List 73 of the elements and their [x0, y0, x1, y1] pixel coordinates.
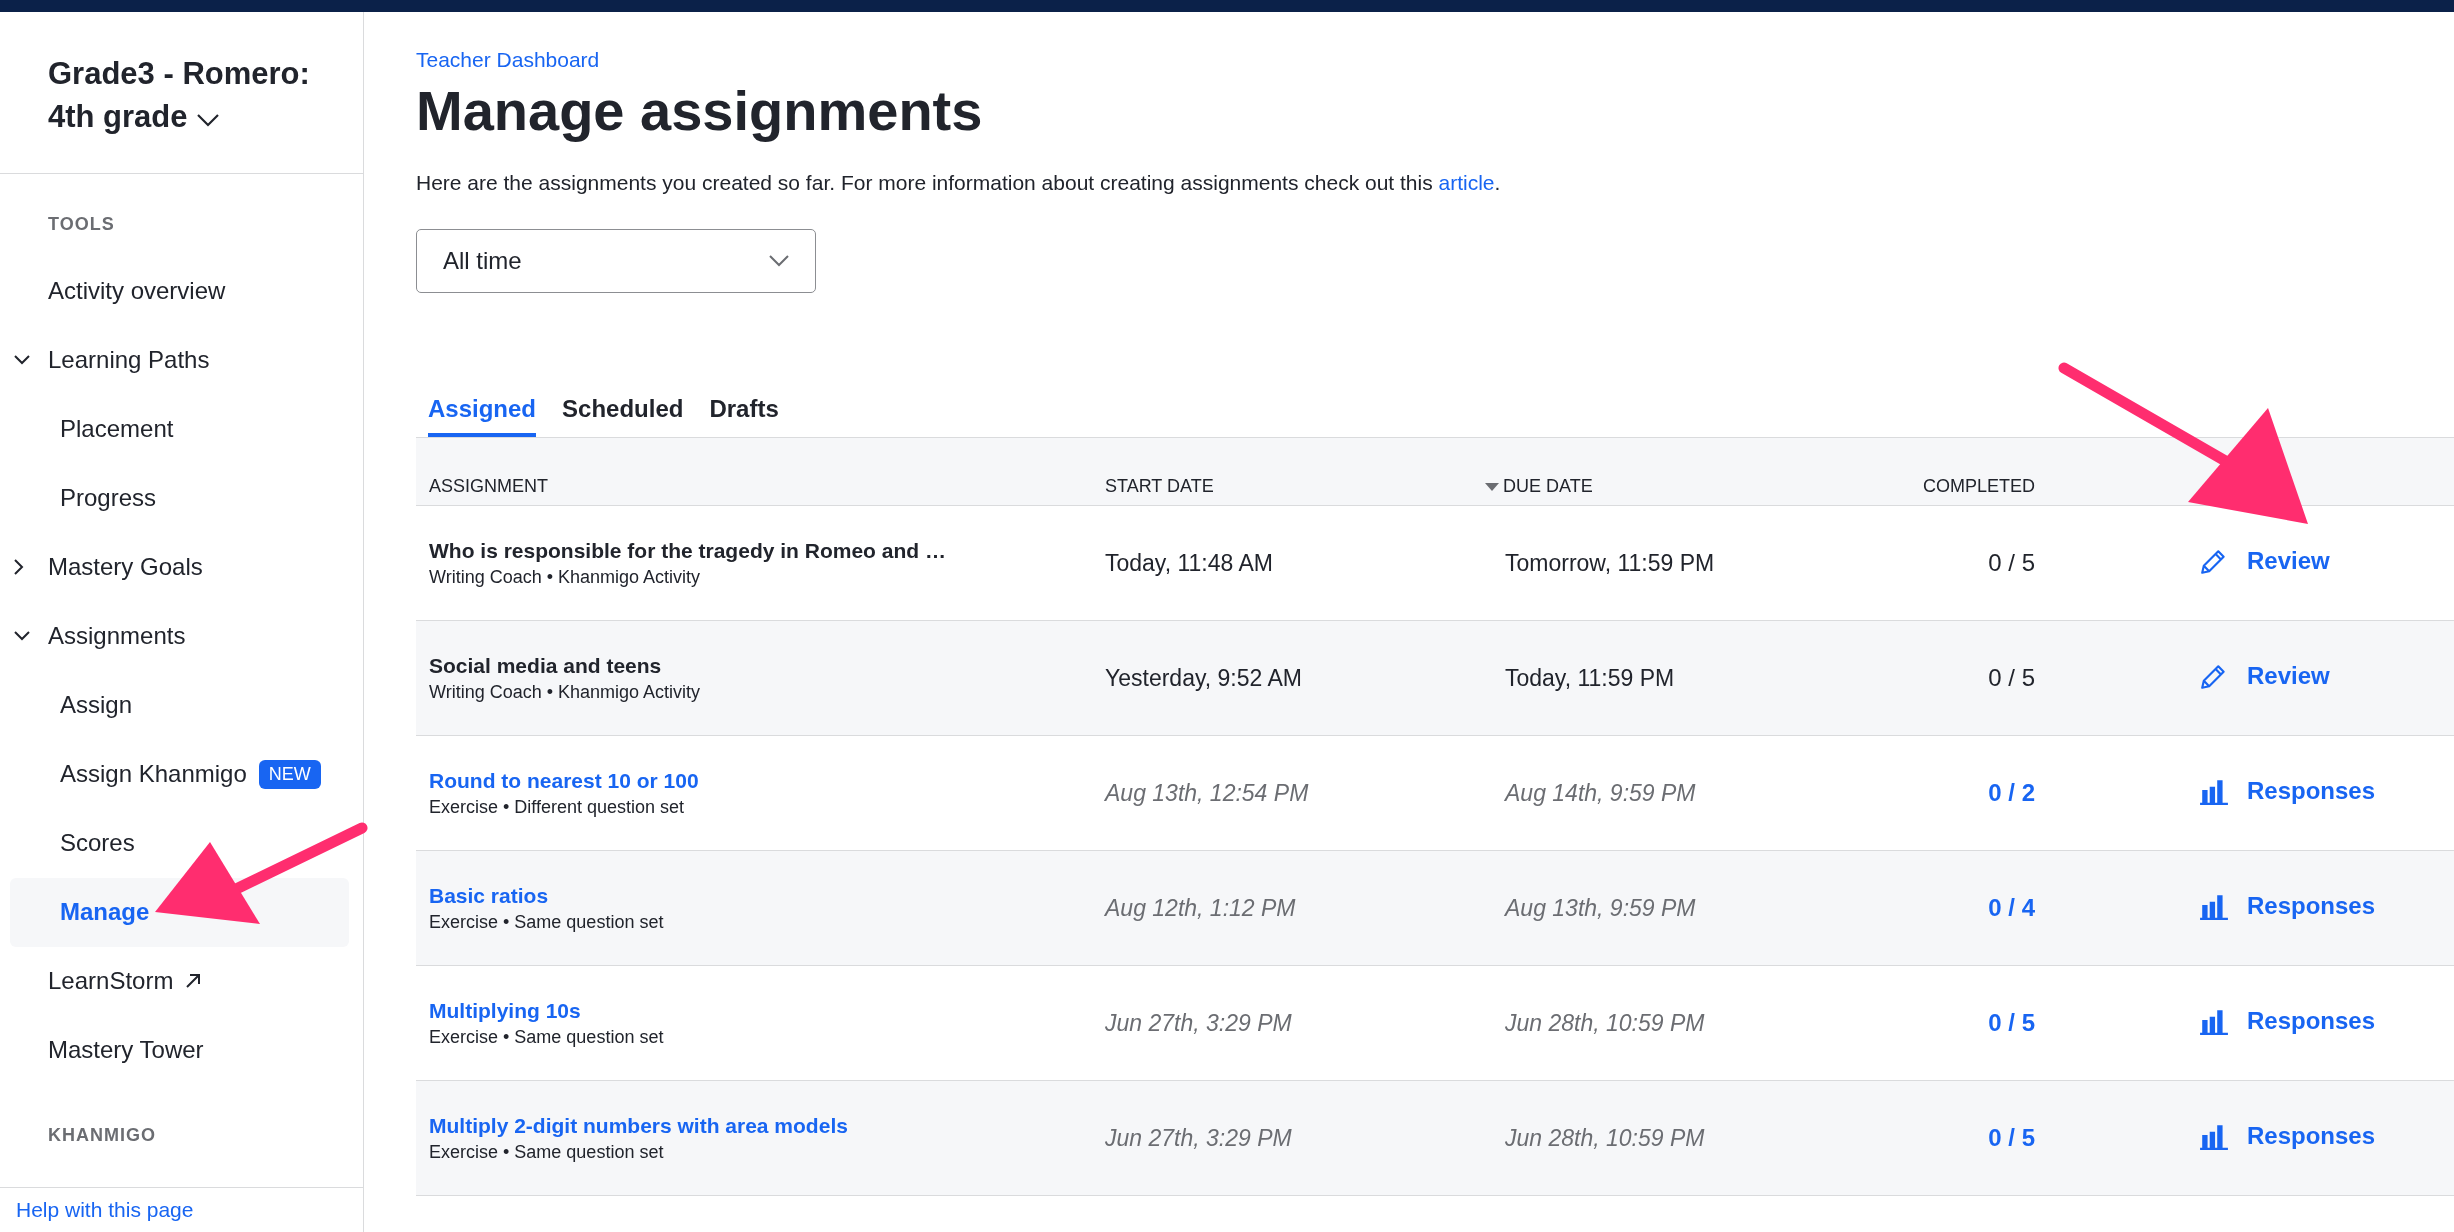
assignment-title[interactable]: Multiplying 10s: [429, 998, 1105, 1023]
section-heading: TOOLS: [47, 212, 116, 236]
sidebar-item[interactable]: Learning Paths: [48, 346, 210, 375]
review-link[interactable]: Review: [2199, 546, 2330, 576]
column-header: START DATE: [1105, 476, 1214, 497]
due-date: Jun 28th, 10:59 PM: [1505, 1009, 1706, 1037]
tab[interactable]: Scheduled: [562, 395, 684, 437]
chevron-down-icon[interactable]: [14, 355, 30, 366]
sidebar-item[interactable]: Scores: [60, 829, 135, 858]
sidebar-item[interactable]: Mastery Tower: [48, 1036, 204, 1065]
completed-count: 0 / 5: [1987, 664, 2035, 692]
page-title: Manage assignments: [416, 78, 984, 143]
help-link[interactable]: Help with this page: [16, 1198, 194, 1221]
chevron-right-icon[interactable]: [14, 559, 24, 576]
responses-link[interactable]: Responses: [2199, 1007, 2376, 1035]
new-badge: NEW: [258, 759, 321, 789]
bar-chart-icon: [2199, 777, 2229, 805]
chevron-down-icon[interactable]: [14, 631, 30, 642]
responses-link[interactable]: Responses: [2199, 777, 2376, 805]
sidebar-item[interactable]: Placement: [60, 415, 174, 444]
completed-count[interactable]: 0 / 5: [1905, 1124, 2035, 1152]
section-heading: KHANMIGO: [47, 1123, 157, 1147]
start-date: Aug 13th, 12:54 PM: [1105, 779, 1310, 807]
article-link[interactable]: article: [1438, 171, 1495, 194]
breadcrumb-link[interactable]: Teacher Dashboard: [416, 48, 600, 72]
completed-count[interactable]: 0 / 2: [1905, 779, 2035, 807]
description-text: Here are the assignments you created so far. For more information about creating assignments check out this article.: [416, 171, 1502, 195]
due-date: Tomorrow, 11:59 PM: [1505, 549, 1716, 577]
responses-link[interactable]: Responses: [2199, 1122, 2376, 1150]
chevron-down-icon: [195, 113, 220, 128]
completed-count[interactable]: 0 / 5: [1905, 1009, 2035, 1037]
sidebar-item[interactable]: Progress: [60, 484, 157, 513]
due-date: Today, 11:59 PM: [1505, 664, 1676, 692]
assignment-title[interactable]: Social media and teens: [429, 653, 1105, 678]
assignment-type: Exercise • Same question set: [429, 1026, 665, 1048]
completed-count[interactable]: 0 / 4: [1905, 894, 2035, 922]
sidebar-item[interactable]: Assignments: [48, 622, 186, 651]
assignment-type: Writing Coach • Khanmigo Activity: [429, 681, 702, 703]
start-date: Yesterday, 9:52 AM: [1105, 664, 1303, 692]
column-header[interactable]: DUE DATE: [1503, 476, 1593, 497]
assignment-type: Exercise • Same question set: [429, 911, 665, 933]
assignment-type: Writing Coach • Khanmigo Activity: [429, 566, 702, 588]
assignment-type: Exercise • Different question set: [429, 796, 686, 818]
assignment-title[interactable]: Who is responsible for the tragedy in Romeo and …: [429, 538, 1105, 563]
start-date: Jun 27th, 3:29 PM: [1105, 1124, 1293, 1152]
sidebar-item[interactable]: Activity overview: [48, 277, 226, 306]
sidebar-item[interactable]: Mastery Goals: [48, 553, 203, 582]
start-date: Jun 27th, 3:29 PM: [1105, 1009, 1293, 1037]
due-date: Aug 13th, 9:59 PM: [1505, 894, 1697, 922]
sidebar-item[interactable]: Assign Khanmigo: [60, 760, 247, 789]
assignment-type: Exercise • Same question set: [429, 1141, 665, 1163]
review-link[interactable]: Review: [2199, 661, 2330, 691]
sidebar-item[interactable]: Manage: [60, 898, 150, 927]
bar-chart-icon: [2199, 1007, 2229, 1035]
assignment-title[interactable]: Multiply 2-digit numbers with area models: [429, 1113, 1105, 1138]
start-date: Today, 11:48 AM: [1105, 549, 1274, 577]
chevron-down-icon: [769, 255, 789, 267]
class-selector[interactable]: Grade3 - Romero: 4th grade: [48, 52, 328, 139]
assignment-title[interactable]: Round to nearest 10 or 100: [429, 768, 1105, 793]
bar-chart-icon: [2199, 892, 2229, 920]
bar-chart-icon: [2199, 1122, 2229, 1150]
column-header: ASSIGNMENT: [429, 476, 548, 497]
due-date: Jun 28th, 10:59 PM: [1505, 1124, 1706, 1152]
column-header: COMPLETED: [1922, 476, 2035, 497]
responses-link[interactable]: Responses: [2199, 892, 2376, 920]
start-date: Aug 12th, 1:12 PM: [1105, 894, 1297, 922]
sidebar-item[interactable]: Assign: [60, 691, 133, 720]
due-date: Aug 14th, 9:59 PM: [1505, 779, 1697, 807]
completed-count: 0 / 5: [1987, 549, 2035, 577]
tab[interactable]: Drafts: [709, 395, 779, 437]
assignment-title[interactable]: Basic ratios: [429, 883, 1105, 908]
sidebar-item[interactable]: LearnStorm: [48, 967, 202, 996]
time-filter-dropdown[interactable]: All time: [416, 229, 816, 293]
